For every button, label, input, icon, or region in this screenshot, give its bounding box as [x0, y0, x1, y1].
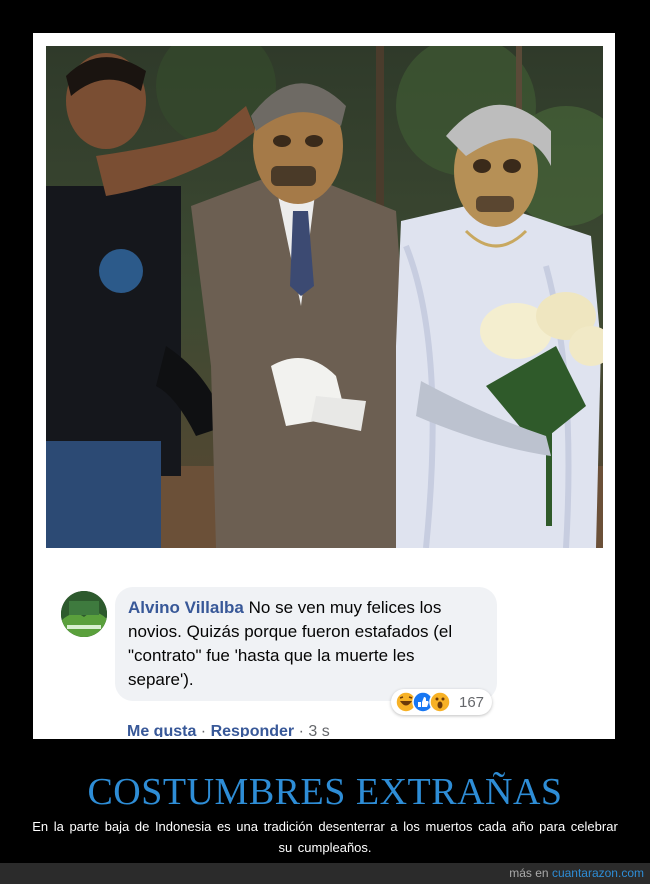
footer-credit: más en cuantarazon.com	[509, 866, 644, 880]
footer-site-link[interactable]: cuantarazon.com	[552, 866, 644, 880]
footer-bar: más en cuantarazon.com	[0, 863, 650, 884]
footer-prefix: más en	[509, 866, 549, 880]
reaction-summary[interactable]: 167	[391, 689, 493, 715]
poster-title: COSTUMBRES EXTRAÑAS	[87, 771, 563, 813]
comment-author[interactable]: Alvino Villalba	[128, 598, 244, 617]
action-separator: ·	[298, 723, 304, 739]
photo-illustration	[46, 46, 603, 548]
like-link[interactable]: Me gusta	[127, 723, 196, 737]
comment-actions: Me gusta · Responder · 3 s	[127, 723, 330, 739]
reply-link[interactable]: Responder	[211, 723, 295, 737]
wow-icon	[429, 691, 451, 713]
reaction-count: 167	[459, 693, 485, 711]
poster-caption: En la parte baja de Indonesia es una tra…	[32, 819, 618, 855]
comment-timestamp[interactable]: 3 s	[308, 723, 329, 737]
photo	[46, 46, 603, 548]
avatar[interactable]	[61, 591, 107, 637]
comment-bubble: Alvino Villalba No se ven muy felices lo…	[115, 587, 497, 701]
poster-frame: Alvino Villalba No se ven muy felices lo…	[33, 33, 615, 739]
action-separator: ·	[200, 723, 207, 739]
comment-area: Alvino Villalba No se ven muy felices lo…	[35, 555, 613, 737]
avatar-image	[61, 591, 107, 637]
reaction-icons	[395, 691, 451, 713]
